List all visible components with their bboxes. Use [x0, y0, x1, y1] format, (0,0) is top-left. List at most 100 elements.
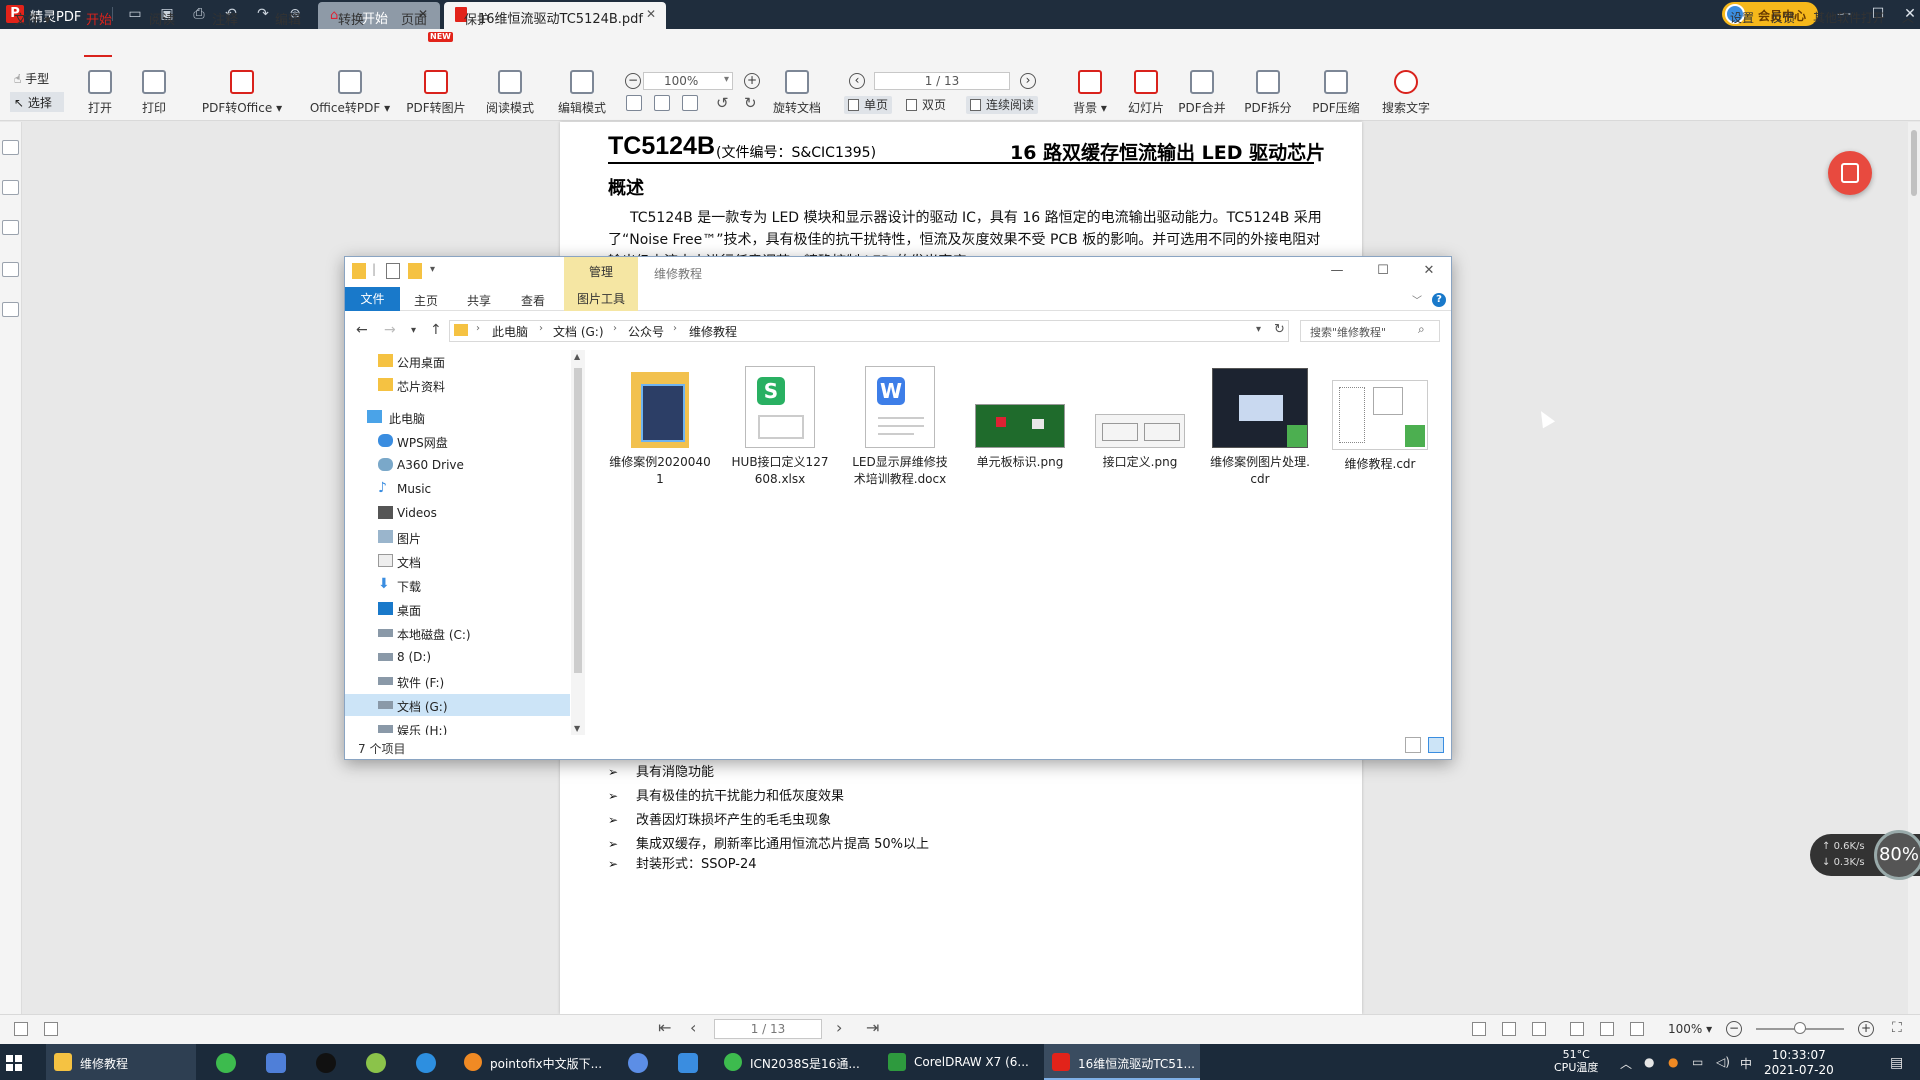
expand-ribbon-icon[interactable]: ﹀: [1412, 292, 1422, 307]
explorer-view-tab[interactable]: 查看: [521, 292, 545, 309]
bookmark-view-icon[interactable]: [44, 1022, 58, 1036]
file-item[interactable]: 单元板标识.png: [968, 404, 1072, 471]
wechat-icon[interactable]: [216, 1053, 236, 1073]
page-view-icon[interactable]: [14, 1022, 28, 1036]
rotate-left-icon[interactable]: ↺: [716, 94, 729, 112]
nav-item[interactable]: 本地磁盘 (C:): [345, 622, 570, 644]
explorer-maximize-icon[interactable]: ☐: [1368, 263, 1398, 278]
recent-locations-icon[interactable]: ▾: [411, 325, 416, 336]
page-number-field[interactable]: 1 / 13: [874, 72, 1010, 90]
double-page-button[interactable]: 双页: [902, 96, 950, 114]
office-to-pdf-button[interactable]: Office转PDF ▾: [308, 70, 392, 116]
app-icon[interactable]: [266, 1053, 286, 1073]
view-single-icon[interactable]: [1472, 1022, 1486, 1036]
explorer-home-tab[interactable]: 主页: [414, 292, 438, 309]
fit-page-icon[interactable]: [626, 95, 642, 111]
volume-icon[interactable]: ◁): [1716, 1055, 1730, 1069]
taskbar-item-icn[interactable]: ICN2038S是16通...: [716, 1044, 872, 1080]
taskbar-item-pointofix[interactable]: pointofix中文版下...: [456, 1044, 606, 1080]
show-hidden-icons-icon[interactable]: ︿: [1620, 1055, 1632, 1072]
pdf-split-button[interactable]: PDF拆分: [1242, 70, 1294, 116]
nav-scroll-up-icon[interactable]: ▲: [574, 352, 580, 361]
feedback-link[interactable]: 反馈: [1771, 9, 1795, 26]
breadcrumb-public-account[interactable]: 公众号: [628, 323, 664, 340]
pdf-to-office-button[interactable]: PDF转Office ▾: [200, 70, 284, 116]
read-mode-button[interactable]: 阅读模式: [480, 70, 540, 116]
status-zoom[interactable]: 100% ▾: [1668, 1022, 1712, 1036]
explorer-share-tab[interactable]: 共享: [467, 292, 491, 309]
nav-item[interactable]: WPS网盘: [345, 430, 570, 452]
status-page-field[interactable]: 1 / 13: [714, 1019, 822, 1039]
menu-read[interactable]: 阅读: [149, 9, 175, 28]
previous-page-icon[interactable]: ‹: [849, 73, 865, 89]
menu-page[interactable]: 页面: [401, 9, 427, 28]
annotations-icon[interactable]: [2, 220, 19, 235]
microphone-icon[interactable]: ●: [1644, 1055, 1654, 1069]
explorer-close-icon[interactable]: ✕: [1414, 263, 1444, 278]
nav-item[interactable]: 软件 (F:): [345, 670, 570, 692]
taskbar-item-explorer[interactable]: 维修教程: [46, 1044, 196, 1080]
quick-access-dropdown-icon[interactable]: ▾: [430, 264, 435, 275]
nav-item[interactable]: 娱乐 (H:): [345, 718, 570, 735]
input-method[interactable]: 中: [1740, 1055, 1752, 1072]
explorer-file-tab[interactable]: 文件: [345, 287, 400, 311]
file-item[interactable]: 维修案例图片处理.cdr: [1208, 368, 1312, 488]
properties-icon[interactable]: [386, 263, 400, 279]
nav-item[interactable]: ♪ Music: [345, 478, 570, 500]
actual-size-icon[interactable]: [654, 95, 670, 111]
navigation-pane[interactable]: 公用桌面 芯片资料 此电脑 WPS网盘 A360 Drive ♪ Music Vi…: [345, 350, 575, 735]
collapse-ribbon-icon[interactable]: ︿: [1902, 9, 1914, 26]
up-icon[interactable]: ↑: [430, 322, 442, 338]
menu-annotate[interactable]: 注释: [212, 9, 238, 28]
edit-mode-button[interactable]: 编辑模式: [552, 70, 612, 116]
file-item[interactable]: W LED显示屏维修技术培训教程.docx: [848, 366, 952, 488]
pdf-compress-button[interactable]: PDF压缩: [1310, 70, 1362, 116]
nav-item[interactable]: 8 (D:): [345, 646, 570, 668]
edge-icon[interactable]: [416, 1053, 436, 1073]
nav-scrollbar-thumb[interactable]: [574, 368, 582, 673]
print-button[interactable]: 打印: [136, 70, 172, 116]
print-icon[interactable]: ⎙: [191, 6, 207, 22]
picture-tools-tab[interactable]: 图片工具: [564, 287, 638, 311]
app-icon[interactable]: [678, 1053, 698, 1073]
qq-icon[interactable]: [316, 1053, 336, 1073]
zoom-field[interactable]: 100%: [643, 72, 733, 90]
pdf-merge-button[interactable]: PDF合并: [1176, 70, 1228, 116]
start-button[interactable]: [6, 1055, 22, 1071]
breadcrumb-this-pc[interactable]: 此电脑: [492, 323, 528, 340]
search-text-button[interactable]: 搜索文字: [1378, 70, 1434, 116]
hand-tool[interactable]: ☝ 手型: [14, 70, 49, 87]
nav-item[interactable]: 公用桌面: [345, 350, 570, 372]
nav-item[interactable]: 芯片资料: [345, 374, 570, 396]
slideshow-button[interactable]: 幻灯片: [1124, 70, 1168, 116]
zoom-in-icon[interactable]: +: [744, 73, 760, 89]
new-folder-icon[interactable]: [408, 263, 422, 279]
nav-item[interactable]: 文档: [345, 550, 570, 572]
background-button[interactable]: 背景 ▾: [1068, 70, 1112, 116]
file-item[interactable]: 维修案例20200401: [608, 366, 712, 488]
last-page-icon[interactable]: ⇥: [866, 1018, 879, 1037]
menu-start[interactable]: 开始: [86, 9, 112, 28]
notification-icon[interactable]: ▤: [1890, 1055, 1903, 1071]
first-page-icon[interactable]: ⇤: [658, 1018, 671, 1037]
status-zoom-out-icon[interactable]: −: [1726, 1021, 1742, 1037]
thumbnails-icon[interactable]: [2, 180, 19, 195]
back-icon[interactable]: ←: [356, 322, 368, 338]
text-panel-icon[interactable]: [2, 302, 19, 317]
view-continuous-icon[interactable]: [1570, 1022, 1584, 1036]
single-page-button[interactable]: 单页: [844, 96, 893, 114]
open-button[interactable]: 打开: [82, 70, 118, 116]
large-icons-view-icon[interactable]: [1428, 737, 1444, 753]
explorer-minimize-icon[interactable]: —: [1322, 263, 1352, 278]
browser-icon[interactable]: [366, 1053, 386, 1073]
nav-item-selected[interactable]: 文档 (G:): [345, 694, 570, 716]
help-icon[interactable]: ?: [1432, 293, 1446, 307]
network-speed-widget[interactable]: ↑ 0.6K/s ↓ 0.3K/s 80%: [1810, 830, 1920, 880]
redo-icon[interactable]: ↷: [255, 6, 271, 22]
prev-page-icon[interactable]: ‹: [690, 1018, 696, 1037]
file-item[interactable]: S HUB接口定义127608.xlsx: [728, 366, 832, 488]
nav-item[interactable]: ⬇ 下载: [345, 574, 570, 596]
breadcrumb-current-folder[interactable]: 维修教程: [689, 323, 737, 340]
details-view-icon[interactable]: [1405, 737, 1421, 753]
rotate-right-icon[interactable]: ↻: [744, 94, 757, 112]
